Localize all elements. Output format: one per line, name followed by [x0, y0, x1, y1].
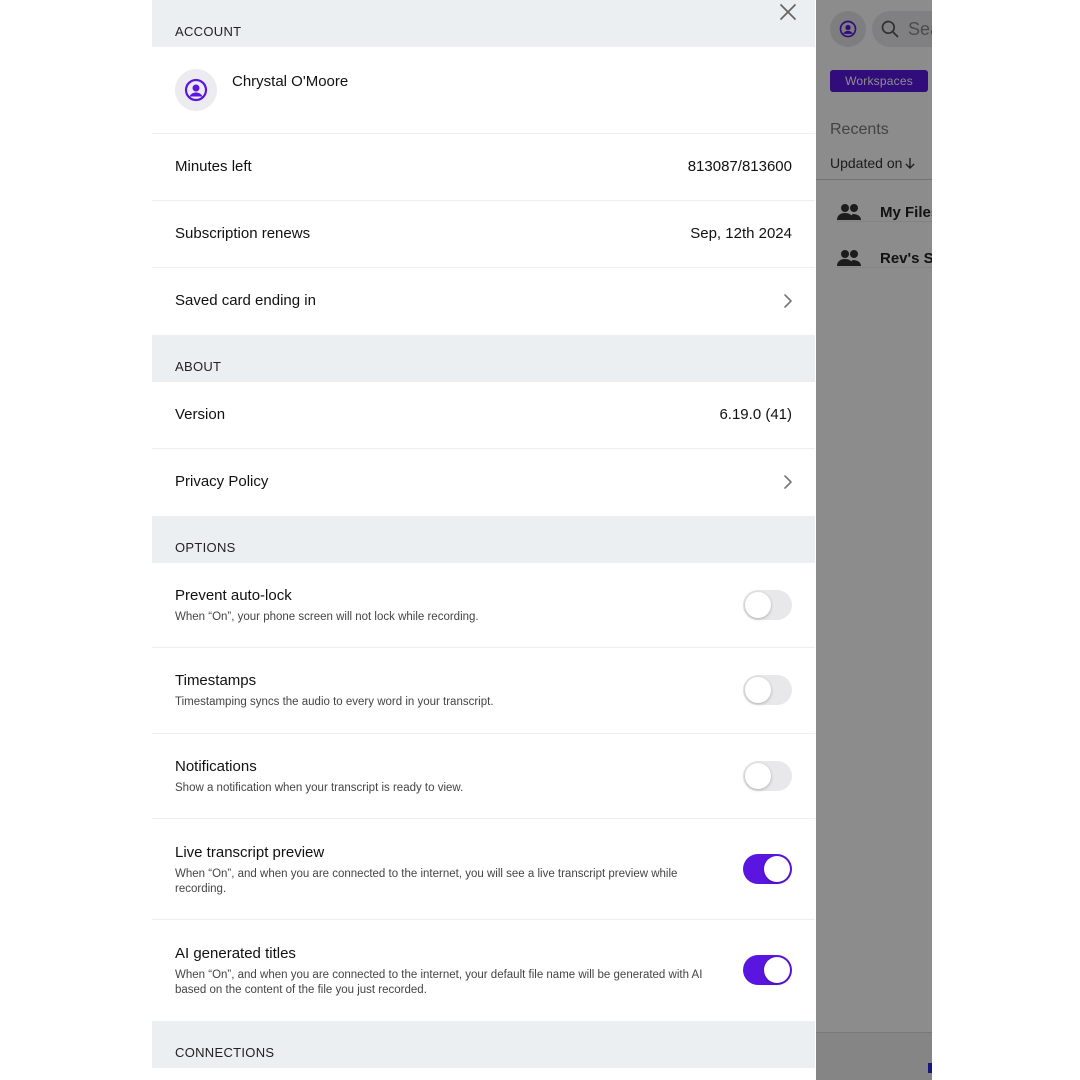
saved-card-label: Saved card ending in: [175, 292, 316, 309]
option-description: When “On”, your phone screen will not lo…: [175, 611, 479, 623]
option-description: Timestamping syncs the audio to every wo…: [175, 696, 494, 708]
option-row-timestamps: Timestamps Timestamping syncs the audio …: [152, 648, 815, 734]
section-header-connections: CONNECTIONS: [152, 1021, 815, 1068]
section-header-options: OPTIONS: [152, 516, 815, 563]
option-description: When “On”, and when you are connected to…: [175, 868, 678, 895]
option-title: Live transcript preview: [175, 844, 325, 861]
subscription-value: Sep, 12th 2024: [690, 225, 792, 242]
toggle-knob: [745, 677, 771, 703]
option-row-prevent-auto-lock: Prevent auto-lock When “On”, your phone …: [152, 563, 815, 648]
option-row-live-transcript-preview: Live transcript preview When “On”, and w…: [152, 819, 815, 920]
option-title: AI generated titles: [175, 945, 296, 962]
subscription-row: Subscription renews Sep, 12th 2024: [152, 201, 815, 268]
option-description: When “On”, and when you are connected to…: [175, 969, 703, 996]
modal-overlay[interactable]: [816, 0, 932, 1080]
timestamps-toggle[interactable]: [743, 675, 792, 705]
version-row: Version 6.19.0 (41): [152, 382, 815, 449]
account-group: Chrystal O'Moore Minutes left 813087/813…: [152, 47, 815, 335]
version-label: Version: [175, 406, 226, 423]
minutes-row: Minutes left 813087/813600: [152, 134, 815, 201]
subscription-label: Subscription renews: [175, 225, 311, 242]
live-transcript-preview-toggle[interactable]: [743, 854, 792, 884]
section-title: CONNECTIONS: [175, 1045, 275, 1060]
about-group: Version 6.19.0 (41) Privacy Policy: [152, 382, 815, 516]
option-row-ai-generated-titles: AI generated titles When “On”, and when …: [152, 920, 815, 1021]
option-title: Notifications: [175, 758, 257, 775]
toggle-knob: [764, 957, 790, 983]
minutes-label: Minutes left: [175, 158, 252, 175]
option-title: Timestamps: [175, 672, 257, 689]
prevent-auto-lock-toggle[interactable]: [743, 590, 792, 620]
section-header-account: ACCOUNT: [152, 0, 815, 47]
avatar: [175, 69, 217, 111]
chevron-right-icon: [784, 294, 792, 308]
section-title: ACCOUNT: [175, 24, 242, 39]
option-title: Prevent auto-lock: [175, 587, 292, 604]
connections-group: [152, 1068, 815, 1080]
privacy-policy-label: Privacy Policy: [175, 473, 269, 490]
notifications-toggle[interactable]: [743, 761, 792, 791]
privacy-policy-row[interactable]: Privacy Policy: [152, 449, 815, 516]
settings-panel: ACCOUNT Chrystal O'Moore Minutes left 81…: [152, 0, 815, 1080]
option-description: Show a notification when your transcript…: [175, 782, 464, 794]
section-header-about: ABOUT: [152, 335, 815, 382]
toggle-knob: [745, 763, 771, 789]
option-row-notifications: Notifications Show a notification when y…: [152, 734, 815, 819]
section-title: OPTIONS: [175, 540, 236, 555]
toggle-knob: [764, 856, 790, 882]
account-row[interactable]: Chrystal O'Moore: [152, 47, 815, 134]
toggle-knob: [745, 592, 771, 618]
chevron-right-icon: [784, 475, 792, 489]
user-name: Chrystal O'Moore: [232, 73, 349, 90]
minutes-value: 813087/813600: [687, 158, 792, 175]
saved-card-row[interactable]: Saved card ending in: [152, 268, 815, 335]
options-group: Prevent auto-lock When “On”, your phone …: [152, 563, 815, 1021]
version-value: 6.19.0 (41): [719, 406, 792, 423]
section-title: ABOUT: [175, 359, 222, 374]
ai-generated-titles-toggle[interactable]: [743, 955, 792, 985]
user-circle-icon: [184, 78, 208, 102]
